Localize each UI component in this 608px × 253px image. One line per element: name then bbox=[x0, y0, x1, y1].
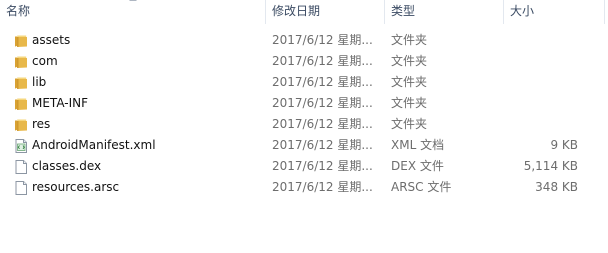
file-row[interactable]: lib 2017/6/12 星期... 文件夹 bbox=[0, 72, 608, 93]
file-row[interactable]: resources.arsc 2017/6/12 星期... ARSC 文件 348 … bbox=[0, 177, 608, 198]
file-name: com bbox=[32, 54, 58, 68]
file-size bbox=[500, 114, 578, 135]
folder-icon bbox=[13, 54, 29, 70]
file-icon bbox=[13, 180, 29, 196]
file-row[interactable]: com 2017/6/12 星期... 文件夹 bbox=[0, 51, 608, 72]
file-name: res bbox=[32, 117, 51, 131]
file-name: assets bbox=[32, 33, 71, 47]
file-size: 5,114 KB bbox=[523, 159, 578, 173]
file-type: 文件夹 bbox=[391, 75, 428, 89]
file-modified-date: 2017/6/12 星期... bbox=[272, 159, 373, 173]
file-type: 文件夹 bbox=[391, 54, 428, 68]
file-modified-date: 2017/6/12 星期... bbox=[272, 117, 373, 131]
file-type: XML 文档 bbox=[391, 138, 445, 152]
file-type: 文件夹 bbox=[391, 33, 428, 47]
file-explorer: 名称 修改日期 类型 大小 assets 2017/6/12 星期... 文件夹 c… bbox=[0, 0, 608, 253]
file-row[interactable]: AndroidManifest.xml 2017/6/12 星期... XML 文档… bbox=[0, 135, 608, 156]
file-icon bbox=[13, 159, 29, 175]
file-size bbox=[500, 93, 578, 114]
file-row[interactable]: res 2017/6/12 星期... 文件夹 bbox=[0, 114, 608, 135]
column-header-name[interactable]: 名称 bbox=[0, 0, 265, 24]
file-type: 文件夹 bbox=[391, 96, 428, 110]
file-row[interactable]: assets 2017/6/12 星期... 文件夹 bbox=[0, 30, 608, 51]
file-size bbox=[500, 51, 578, 72]
column-header-size[interactable]: 大小 bbox=[504, 0, 604, 24]
file-type: ARSC 文件 bbox=[391, 180, 452, 194]
file-size: 348 KB bbox=[535, 180, 578, 194]
column-divider[interactable] bbox=[604, 0, 605, 24]
column-header-date[interactable]: 修改日期 bbox=[266, 0, 384, 24]
file-name: resources.arsc bbox=[32, 180, 120, 194]
file-modified-date: 2017/6/12 星期... bbox=[272, 96, 373, 110]
file-row[interactable]: classes.dex 2017/6/12 星期... DEX 文件 5,114 KB bbox=[0, 156, 608, 177]
file-type: DEX 文件 bbox=[391, 159, 444, 173]
column-header-type[interactable]: 类型 bbox=[385, 0, 503, 24]
file-size bbox=[500, 72, 578, 93]
file-modified-date: 2017/6/12 星期... bbox=[272, 33, 373, 47]
xml-document-icon bbox=[13, 138, 29, 154]
file-size: 9 KB bbox=[550, 138, 578, 152]
file-row[interactable]: META-INF 2017/6/12 星期... 文件夹 bbox=[0, 93, 608, 114]
file-type: 文件夹 bbox=[391, 117, 428, 131]
file-modified-date: 2017/6/12 星期... bbox=[272, 180, 373, 194]
file-size bbox=[500, 30, 578, 51]
file-list: assets 2017/6/12 星期... 文件夹 com 2017/6/12 星期… bbox=[0, 30, 608, 198]
file-name: classes.dex bbox=[32, 159, 102, 173]
file-name: AndroidManifest.xml bbox=[32, 138, 156, 152]
folder-icon bbox=[13, 96, 29, 112]
file-modified-date: 2017/6/12 星期... bbox=[272, 54, 373, 68]
file-modified-date: 2017/6/12 星期... bbox=[272, 75, 373, 89]
folder-icon bbox=[13, 75, 29, 91]
file-name: lib bbox=[32, 75, 47, 89]
column-header-bar: 名称 修改日期 类型 大小 bbox=[0, 0, 608, 24]
file-modified-date: 2017/6/12 星期... bbox=[272, 138, 373, 152]
file-name: META-INF bbox=[32, 96, 89, 110]
folder-icon bbox=[13, 33, 29, 49]
folder-icon bbox=[13, 117, 29, 133]
